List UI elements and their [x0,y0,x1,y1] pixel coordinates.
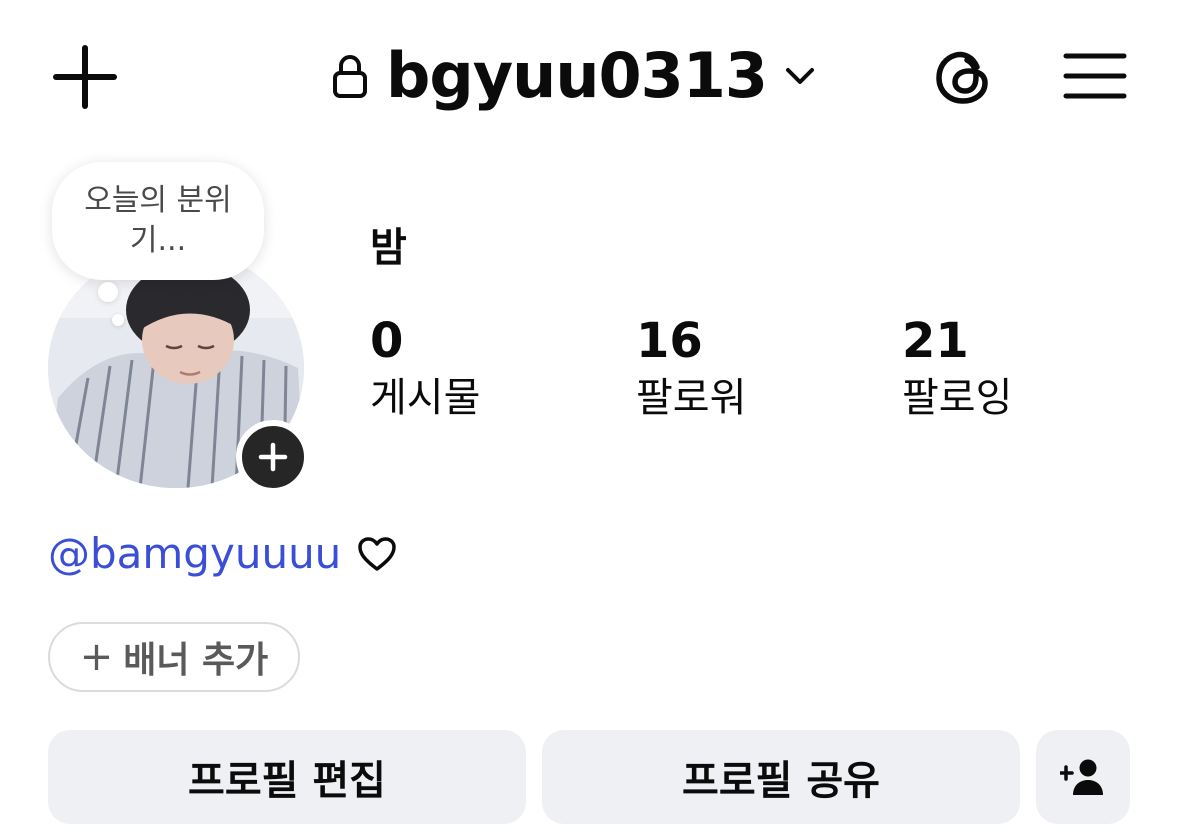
threads-profile-link[interactable]: @bamgyuuuu [48,524,397,584]
followers-count: 16 [636,313,703,369]
add-person-icon [1060,759,1103,795]
add-banner-plus-icon: + [79,634,114,680]
posts-label: 게시물 [370,375,481,421]
note-bubble[interactable]: 오늘의 분위 기... [52,162,264,280]
following-label: 팔로잉 [902,375,1013,421]
posts-stat[interactable]: 0 게시물 [370,312,480,426]
note-bubble-tail [98,282,118,302]
posts-count: 0 [370,313,404,369]
plus-icon [258,442,288,472]
heart-icon [357,534,397,574]
following-count: 21 [902,313,969,369]
menu-icon[interactable] [1060,46,1130,106]
note-text-line1: 오늘의 분위 [84,183,232,218]
profile-username: bgyuu0313 [386,39,768,112]
display-name: 밤 [370,225,407,271]
share-profile-button[interactable]: 프로필 공유 [542,730,1020,824]
threads-handle: @bamgyuuuu [48,529,342,578]
discover-people-button[interactable] [1036,730,1130,824]
edit-profile-button[interactable]: 프로필 편집 [48,730,526,824]
edit-profile-label: 프로필 편집 [188,758,386,804]
create-plus-icon[interactable] [50,42,120,112]
note-bubble-tail-small [112,314,124,326]
following-stat[interactable]: 21 팔로잉 [902,312,1012,426]
add-story-button[interactable] [236,420,310,494]
add-banner-button[interactable]: + 배너 추가 [48,622,300,692]
lock-icon [332,50,370,102]
followers-stat[interactable]: 16 팔로워 [636,312,746,426]
threads-icon[interactable] [928,42,998,112]
chevron-down-icon [785,59,819,93]
share-profile-label: 프로필 공유 [682,758,880,804]
followers-label: 팔로워 [636,375,747,421]
add-banner-label: 배너 추가 [123,640,269,681]
note-text-line2: 기... [129,223,187,258]
account-switcher[interactable]: bgyuu0313 [332,36,819,116]
